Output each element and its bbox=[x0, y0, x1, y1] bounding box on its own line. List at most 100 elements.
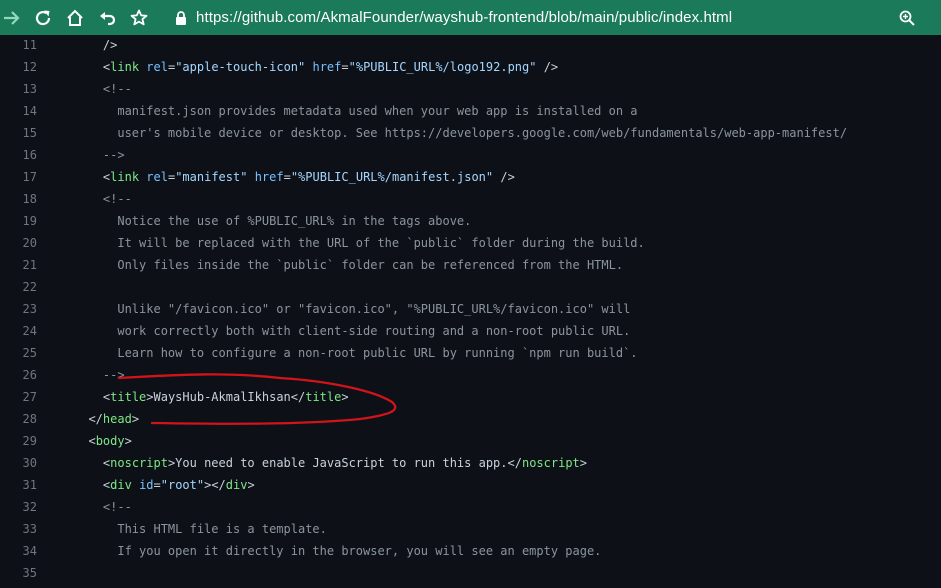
line-number[interactable]: 16 bbox=[0, 144, 37, 166]
code-line: 13 <!-- bbox=[0, 78, 941, 100]
line-number[interactable]: 31 bbox=[0, 474, 37, 496]
code-line: 28 </head> bbox=[0, 408, 941, 430]
code-line: 26 --> bbox=[0, 364, 941, 386]
line-source: <!-- bbox=[74, 78, 132, 100]
token-cmt: <!-- bbox=[102, 82, 132, 96]
line-source: <title>WaysHub-AkmalIkhsan</title> bbox=[74, 386, 349, 408]
code-line: 15 user's mobile device or desktop. See … bbox=[0, 122, 941, 144]
line-number[interactable]: 19 bbox=[0, 210, 37, 232]
token-cmt: This HTML file is a template. bbox=[117, 522, 327, 536]
code-line: 32 <!-- bbox=[0, 496, 941, 518]
line-number[interactable]: 22 bbox=[0, 276, 37, 298]
line-number[interactable]: 14 bbox=[0, 100, 37, 122]
token-punct bbox=[247, 170, 254, 184]
line-number[interactable]: 15 bbox=[0, 122, 37, 144]
token-attr: href bbox=[254, 170, 284, 184]
code-line: 18 <!-- bbox=[0, 188, 941, 210]
line-number[interactable]: 34 bbox=[0, 540, 37, 562]
token-cmt: Notice the use of %PUBLIC_URL% in the ta… bbox=[117, 214, 472, 228]
token-attr: id bbox=[139, 478, 154, 492]
code-line: 23 Unlike "/favicon.ico" or "favicon.ico… bbox=[0, 298, 941, 320]
undo-icon[interactable] bbox=[95, 6, 119, 30]
token-tag: link bbox=[110, 60, 140, 74]
line-source: Notice the use of %PUBLIC_URL% in the ta… bbox=[74, 210, 471, 232]
code-line: 24 work correctly both with client-side … bbox=[0, 320, 941, 342]
code-line: 27 <title>WaysHub-AkmalIkhsan</title> bbox=[0, 386, 941, 408]
reload-icon[interactable] bbox=[31, 6, 55, 30]
token-txt: WaysHub-AkmalIkhsan bbox=[153, 390, 291, 404]
line-number[interactable]: 26 bbox=[0, 364, 37, 386]
line-source: <link rel="apple-touch-icon" href="%PUBL… bbox=[74, 56, 558, 78]
line-source: It will be replaced with the URL of the … bbox=[74, 232, 645, 254]
token-cmt: work correctly both with client-side rou… bbox=[117, 324, 631, 338]
token-tag: noscript bbox=[110, 456, 168, 470]
code-line: 30 <noscript>You need to enable JavaScri… bbox=[0, 452, 941, 474]
token-cmt: --> bbox=[102, 368, 125, 382]
line-number[interactable]: 11 bbox=[0, 35, 37, 56]
token-punct: = bbox=[283, 170, 291, 184]
line-number[interactable]: 25 bbox=[0, 342, 37, 364]
code-line: 12 <link rel="apple-touch-icon" href="%P… bbox=[0, 56, 941, 78]
line-number[interactable]: 29 bbox=[0, 430, 37, 452]
address-bar[interactable]: https://github.com/AkmalFounder/wayshub-… bbox=[164, 0, 899, 35]
token-cmt: manifest.json provides metadata used whe… bbox=[117, 104, 638, 118]
line-source: <body> bbox=[74, 430, 132, 452]
forward-icon[interactable] bbox=[0, 6, 24, 30]
token-cmt: <!-- bbox=[102, 192, 132, 206]
token-cmt: <!-- bbox=[102, 500, 132, 514]
token-punct: > bbox=[124, 434, 132, 448]
token-attr: rel bbox=[146, 170, 168, 184]
lock-icon[interactable] bbox=[170, 8, 192, 28]
zoom-icon[interactable] bbox=[895, 6, 919, 30]
line-number[interactable]: 13 bbox=[0, 78, 37, 100]
code-line: 16 --> bbox=[0, 144, 941, 166]
token-punct: > bbox=[247, 478, 255, 492]
line-number[interactable]: 18 bbox=[0, 188, 37, 210]
token-cmt: It will be replaced with the URL of the … bbox=[117, 236, 645, 250]
line-number[interactable]: 23 bbox=[0, 298, 37, 320]
token-str: "%PUBLIC_URL%/logo192.png" bbox=[348, 60, 537, 74]
token-punct bbox=[132, 478, 139, 492]
code-line: 11 /> bbox=[0, 35, 941, 56]
url-text[interactable]: https://github.com/AkmalFounder/wayshub-… bbox=[196, 9, 732, 26]
code-line: 25 Learn how to configure a non-root pub… bbox=[0, 342, 941, 364]
line-number[interactable]: 30 bbox=[0, 452, 37, 474]
line-number[interactable]: 20 bbox=[0, 232, 37, 254]
line-number[interactable]: 32 bbox=[0, 496, 37, 518]
token-punct: > bbox=[146, 390, 154, 404]
token-tag: title bbox=[305, 390, 342, 404]
token-str: "apple-touch-icon" bbox=[175, 60, 306, 74]
token-punct: /> bbox=[493, 170, 515, 184]
code-line: 29 <body> bbox=[0, 430, 941, 452]
token-tag: body bbox=[95, 434, 125, 448]
token-punct: > bbox=[579, 456, 587, 470]
line-source: <div id="root"></div> bbox=[74, 474, 255, 496]
token-punct: /> bbox=[536, 60, 559, 74]
line-source: /> bbox=[74, 35, 117, 56]
line-number[interactable]: 28 bbox=[0, 408, 37, 430]
token-cmt: If you open it directly in the browser, … bbox=[117, 544, 602, 558]
line-number[interactable]: 35 bbox=[0, 562, 37, 584]
token-tag: div bbox=[225, 478, 248, 492]
token-tag: div bbox=[110, 478, 132, 492]
code-line: 35 bbox=[0, 562, 941, 584]
code-line: 14 manifest.json provides metadata used … bbox=[0, 100, 941, 122]
line-source: <noscript>You need to enable JavaScript … bbox=[74, 452, 587, 474]
token-txt: You need to enable JavaScript to run thi… bbox=[175, 456, 508, 470]
bookmark-star-icon[interactable] bbox=[127, 6, 151, 30]
code-line: 34 If you open it directly in the browse… bbox=[0, 540, 941, 562]
line-number[interactable]: 12 bbox=[0, 56, 37, 78]
line-number[interactable]: 24 bbox=[0, 320, 37, 342]
code-viewer[interactable]: 11 /> 12 <link rel="apple-touch-icon" hre… bbox=[0, 35, 941, 588]
line-source: </head> bbox=[74, 408, 139, 430]
line-number[interactable]: 21 bbox=[0, 254, 37, 276]
line-source: <!-- bbox=[74, 188, 132, 210]
line-number[interactable]: 27 bbox=[0, 386, 37, 408]
line-number[interactable]: 17 bbox=[0, 166, 37, 188]
line-source: Learn how to configure a non-root public… bbox=[74, 342, 637, 364]
line-number[interactable]: 33 bbox=[0, 518, 37, 540]
browser-toolbar: https://github.com/AkmalFounder/wayshub-… bbox=[0, 0, 941, 35]
code-line: 31 <div id="root"></div> bbox=[0, 474, 941, 496]
line-source: If you open it directly in the browser, … bbox=[74, 540, 601, 562]
home-icon[interactable] bbox=[63, 6, 87, 30]
